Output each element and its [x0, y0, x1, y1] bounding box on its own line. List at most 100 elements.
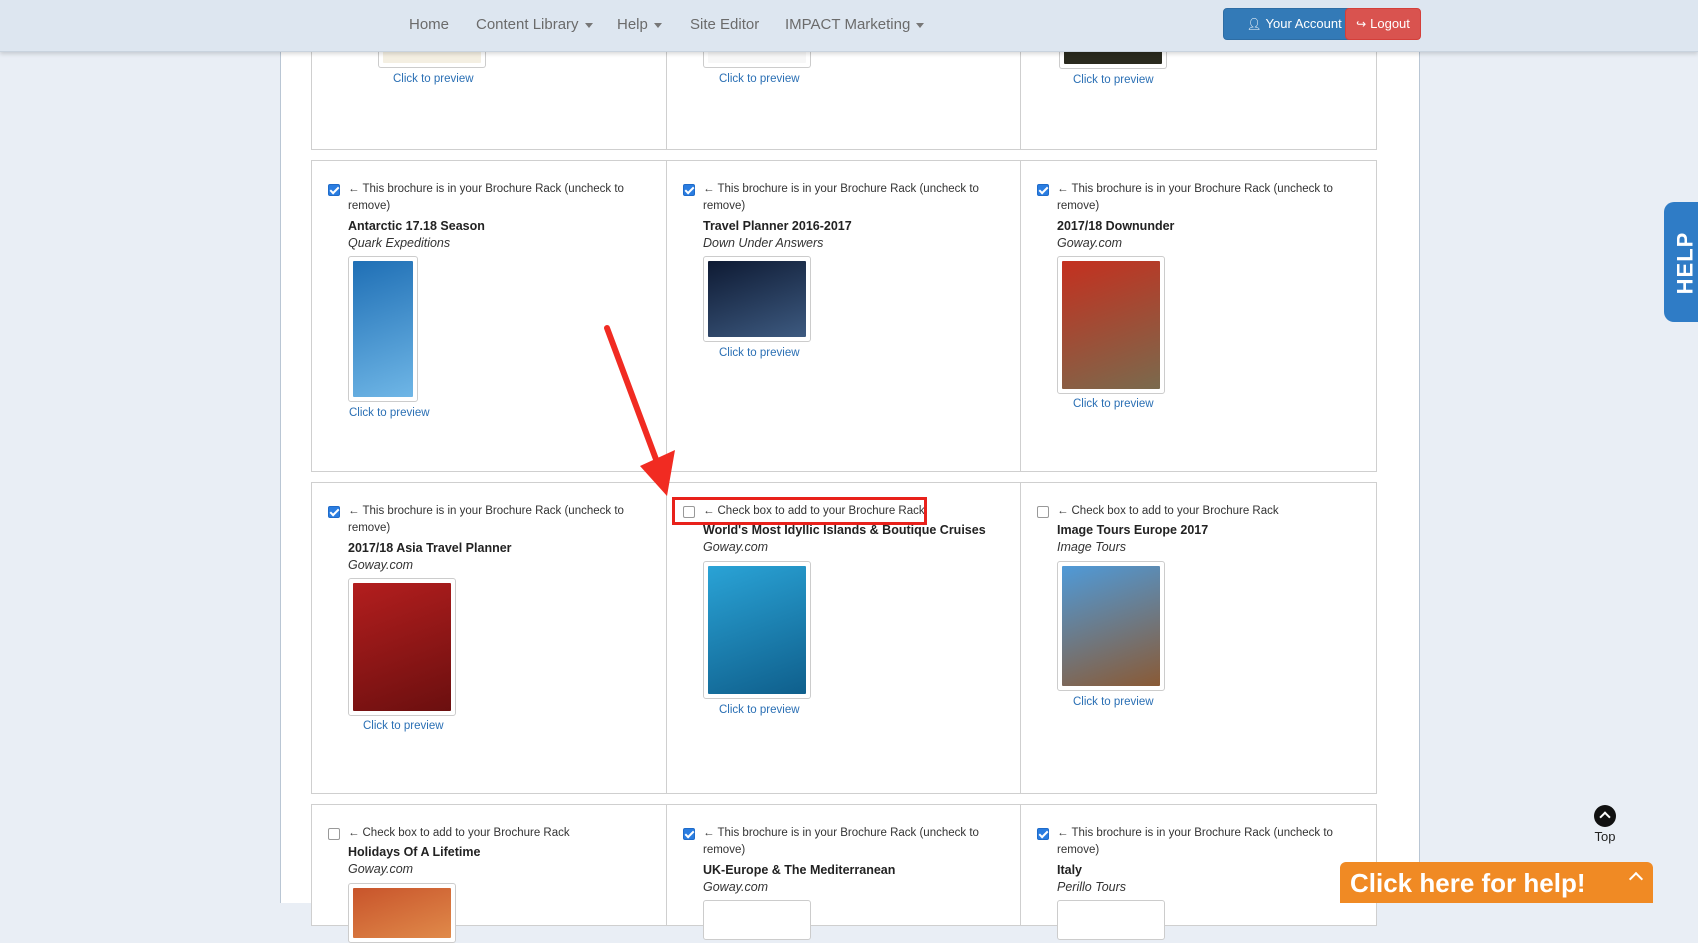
brochure-cover-thumbnail[interactable] — [703, 900, 811, 940]
help-bar-label: Click here for help! — [1350, 868, 1586, 898]
brochure-row: Click to preview Click to preview Click … — [311, 41, 1377, 150]
logout-icon: ↪ — [1356, 17, 1367, 31]
help-chat-bar[interactable]: Click here for help! — [1340, 862, 1653, 903]
click-to-preview-link[interactable]: Click to preview — [393, 73, 474, 85]
brochure-title: 2017/18 Downunder — [1057, 219, 1175, 233]
logout-button[interactable]: ↪ Logout — [1345, 8, 1421, 40]
click-to-preview-link[interactable]: Click to preview — [719, 704, 800, 716]
rack-checkbox[interactable] — [328, 828, 340, 840]
brochure-publisher: Perillo Tours — [1057, 880, 1127, 894]
brochure-title: Holidays Of A Lifetime — [348, 845, 481, 859]
nav-site-editor[interactable]: Site Editor — [690, 16, 759, 33]
click-to-preview-link[interactable]: Click to preview — [719, 73, 800, 85]
status-text: This brochure is in your Brochure Rack (… — [703, 827, 979, 856]
brochure-cover-thumbnail[interactable] — [703, 256, 811, 342]
cover-image — [353, 583, 451, 711]
nav-site-editor-label: Site Editor — [690, 16, 760, 33]
arrow-left-icon: ← — [348, 183, 360, 195]
arrow-left-icon: ← — [348, 827, 360, 839]
brochure-cell: ← This brochure is in your Brochure Rack … — [1020, 805, 1375, 940]
brochure-title: World's Most Idyllic Islands & Boutique … — [703, 523, 986, 537]
brochure-status: ← This brochure is in your Brochure Rack … — [1037, 181, 1357, 215]
nav-content-library-label: Content Library — [476, 16, 579, 33]
brochure-row: ← Check box to add to your Brochure Rack … — [311, 804, 1377, 943]
brochure-row: ← This brochure is in your Brochure Rack … — [311, 160, 1377, 472]
brochure-cover-thumbnail[interactable] — [1057, 561, 1165, 691]
brochure-publisher: Goway.com — [348, 862, 414, 876]
help-tab-label: HELP — [1672, 231, 1698, 295]
brochure-cover-thumbnail[interactable] — [348, 883, 456, 943]
rack-checkbox[interactable] — [1037, 184, 1049, 196]
help-side-tab[interactable]: HELP — [1664, 202, 1698, 322]
brochure-publisher: Goway.com — [703, 540, 769, 554]
click-to-preview-link[interactable]: Click to preview — [1073, 74, 1154, 86]
cover-image — [353, 888, 451, 938]
brochure-cover-thumbnail[interactable] — [348, 578, 456, 716]
click-to-preview-link[interactable]: Click to preview — [1073, 398, 1154, 410]
cover-image — [1062, 261, 1160, 389]
status-text: Check box to add to your Brochure Rack — [362, 827, 570, 839]
brochure-title: UK-Europe & The Mediterranean — [703, 863, 896, 877]
arrow-left-icon: ← — [1057, 827, 1069, 839]
your-account-button[interactable]: 👤︎ Your Account — [1223, 8, 1365, 40]
top-navbar: Home Content Library Help Site Editor IM… — [0, 0, 1698, 52]
your-account-label: Your Account — [1265, 16, 1342, 31]
click-to-preview-link[interactable]: Click to preview — [349, 407, 430, 419]
brochure-publisher: Image Tours — [1057, 540, 1127, 554]
brochure-cover-thumbnail[interactable] — [1057, 256, 1165, 394]
status-text: This brochure is in your Brochure Rack (… — [703, 183, 979, 212]
brochure-status: ← This brochure is in your Brochure Rack … — [328, 181, 648, 215]
nav-home[interactable]: Home — [409, 16, 449, 33]
arrow-left-icon: ← — [703, 183, 715, 195]
brochure-cover-thumbnail[interactable] — [1057, 900, 1165, 940]
brochure-publisher: Down Under Answers — [703, 236, 824, 250]
brochure-cell: ← This brochure is in your Brochure Rack … — [1020, 161, 1375, 471]
cover-image — [708, 261, 806, 337]
nav-impact-marketing-label: IMPACT Marketing — [785, 16, 911, 33]
brochure-cell: ← This brochure is in your Brochure Rack … — [312, 483, 666, 793]
rack-checkbox[interactable] — [1037, 506, 1049, 518]
nav-home-label: Home — [409, 16, 450, 33]
highlight-box-annotation — [672, 497, 927, 525]
brochure-cover-thumbnail[interactable] — [348, 256, 418, 402]
brochure-title: Italy — [1057, 863, 1083, 877]
nav-help[interactable]: Help — [617, 16, 662, 33]
brochure-status: ← This brochure is in your Brochure Rack … — [328, 503, 648, 537]
back-to-top-button[interactable]: Top — [1590, 805, 1620, 844]
arrow-up-circle-icon — [1594, 805, 1616, 827]
chevron-up-icon — [1628, 871, 1644, 887]
status-text: This brochure is in your Brochure Rack (… — [348, 505, 624, 534]
chevron-down-icon — [584, 22, 593, 28]
brochure-title: Image Tours Europe 2017 — [1057, 523, 1209, 537]
click-to-preview-link[interactable]: Click to preview — [1073, 696, 1154, 708]
brochure-title: 2017/18 Asia Travel Planner — [348, 541, 512, 555]
nav-impact-marketing[interactable]: IMPACT Marketing — [785, 16, 925, 33]
arrow-left-icon: ← — [703, 827, 715, 839]
brochure-cell: ← This brochure is in your Brochure Rack … — [666, 805, 1021, 940]
status-text: This brochure is in your Brochure Rack (… — [348, 183, 624, 212]
brochure-publisher: Goway.com — [1057, 236, 1123, 250]
rack-checkbox[interactable] — [328, 184, 340, 196]
brochure-status: ← This brochure is in your Brochure Rack … — [683, 181, 1003, 215]
brochure-status: ← This brochure is in your Brochure Rack … — [683, 825, 1003, 859]
red-arrow-annotation — [604, 325, 675, 496]
rack-checkbox[interactable] — [328, 506, 340, 518]
brochure-status: ← Check box to add to your Brochure Rack — [1037, 503, 1357, 520]
click-to-preview-link[interactable]: Click to preview — [719, 347, 800, 359]
brochure-row: ← This brochure is in your Brochure Rack … — [311, 482, 1377, 794]
brochure-title: Antarctic 17.18 Season — [348, 219, 485, 233]
brochure-cell: ← Check box to add to your Brochure Rack … — [312, 805, 666, 943]
status-text: This brochure is in your Brochure Rack (… — [1057, 183, 1333, 212]
rack-checkbox[interactable] — [683, 184, 695, 196]
brochure-list-container: Click to preview Click to preview Click … — [280, 41, 1420, 943]
click-to-preview-link[interactable]: Click to preview — [363, 720, 444, 732]
brochure-cell: ← Check box to add to your Brochure Rack … — [666, 483, 1021, 793]
top-label: Top — [1594, 829, 1616, 844]
rack-checkbox[interactable] — [1037, 828, 1049, 840]
logout-label: Logout — [1370, 16, 1410, 31]
nav-content-library[interactable]: Content Library — [476, 16, 593, 33]
rack-checkbox[interactable] — [683, 828, 695, 840]
brochure-cover-thumbnail[interactable] — [703, 561, 811, 699]
arrow-left-icon: ← — [348, 505, 360, 517]
status-text: This brochure is in your Brochure Rack (… — [1057, 827, 1333, 856]
